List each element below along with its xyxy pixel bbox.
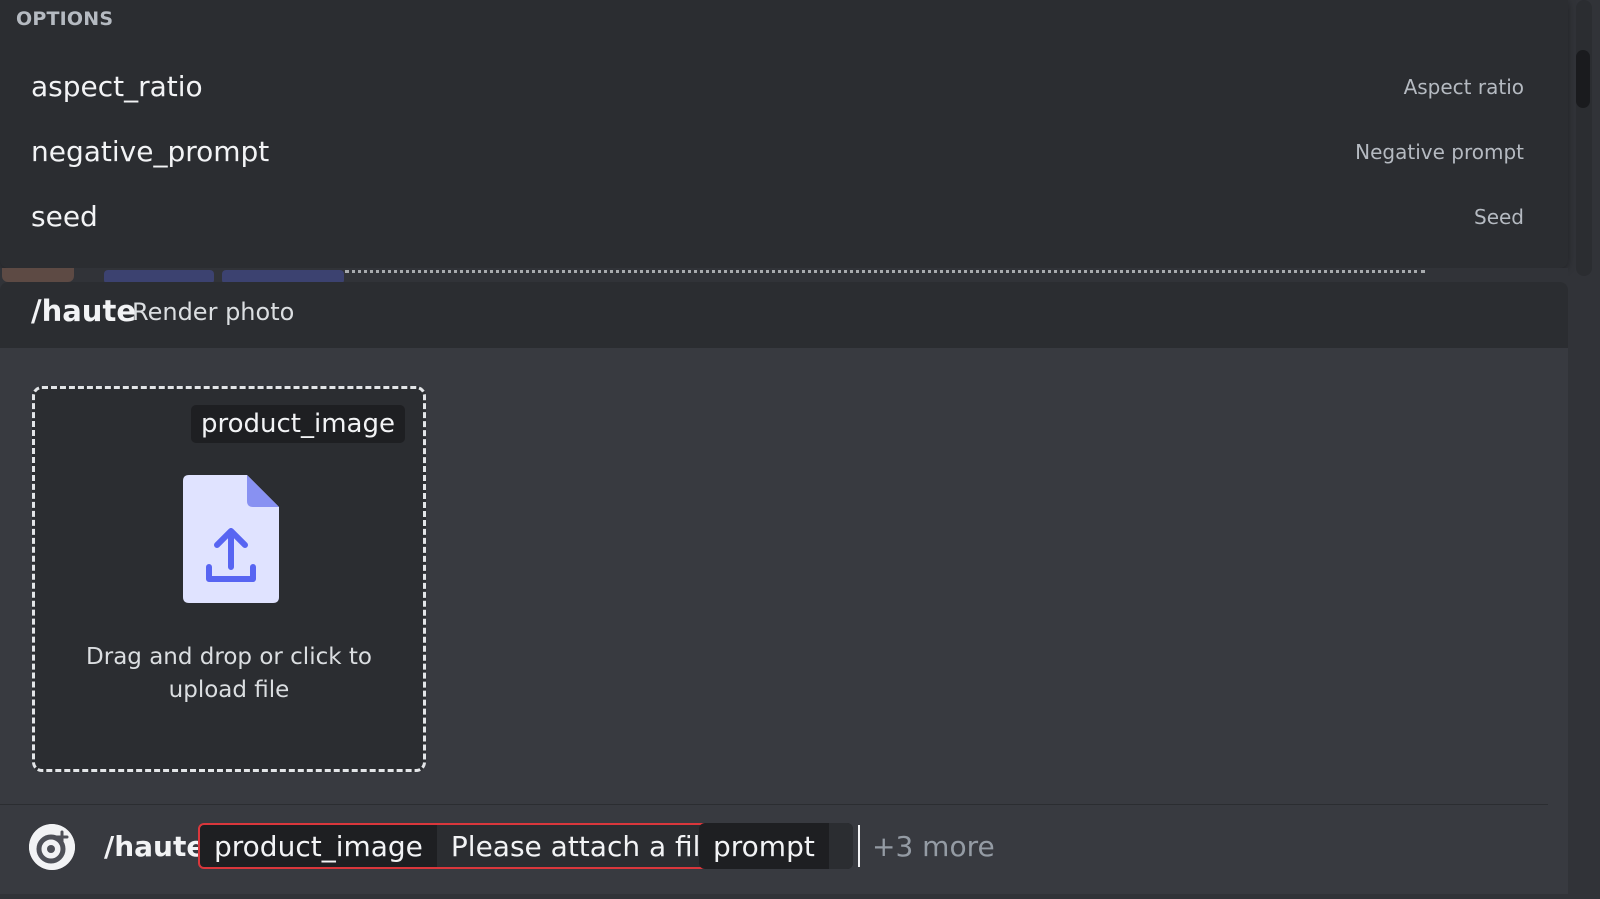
mention-tag: [222, 270, 344, 282]
param-name: product_image: [214, 829, 423, 863]
option-description: Aspect ratio: [1403, 75, 1524, 99]
message-input-bar[interactable]: /haute product_image Please attach a fil…: [0, 805, 1568, 894]
upload-hint-line: upload file: [168, 677, 290, 703]
scrollbar-thumb[interactable]: [1576, 50, 1590, 108]
param-value: Please attach a file: [436, 825, 732, 867]
param-chip-product-image[interactable]: product_image Please attach a file: [198, 823, 734, 869]
command-name: /haute: [31, 294, 136, 328]
option-aspect-ratio[interactable]: aspect_ratio Aspect ratio: [0, 56, 1568, 118]
avatar: [2, 268, 74, 282]
option-description: Seed: [1474, 205, 1524, 229]
options-popup: OPTIONS aspect_ratio Aspect ratio negati…: [0, 0, 1568, 268]
mention-tag: [104, 270, 214, 282]
option-seed[interactable]: seed Seed: [0, 186, 1568, 248]
option-name: seed: [31, 200, 98, 233]
file-upload-dropzone[interactable]: product_image Drag and drop or click to …: [32, 386, 426, 772]
command-description: Render photo: [132, 298, 295, 326]
command-header: /haute Render photo: [0, 282, 1568, 348]
options-header: OPTIONS: [16, 8, 114, 30]
option-name: aspect_ratio: [31, 70, 203, 103]
param-name: prompt: [713, 829, 815, 863]
option-description: Negative prompt: [1355, 140, 1524, 164]
option-negative-prompt[interactable]: negative_prompt Negative prompt: [0, 121, 1568, 183]
upload-hint-line: Drag and drop or click to: [86, 644, 372, 670]
text-caret: [858, 825, 860, 867]
bot-avatar-icon[interactable]: [29, 824, 75, 870]
param-chip-prompt[interactable]: prompt: [699, 823, 853, 869]
file-upload-icon: [183, 475, 279, 603]
param-value-input[interactable]: [828, 823, 853, 869]
scrollbar-track[interactable]: [1576, 0, 1592, 276]
more-options-text[interactable]: +3 more: [872, 830, 995, 863]
message-text-peek: [345, 270, 1425, 281]
message-peek: [0, 268, 1568, 282]
slash-command: /haute: [104, 830, 206, 863]
upload-hint: Drag and drop or click to upload file: [35, 641, 423, 707]
upload-param-label: product_image: [191, 405, 405, 443]
command-panel: /haute Render photo product_image Drag a…: [0, 282, 1568, 894]
option-name: negative_prompt: [31, 135, 270, 168]
